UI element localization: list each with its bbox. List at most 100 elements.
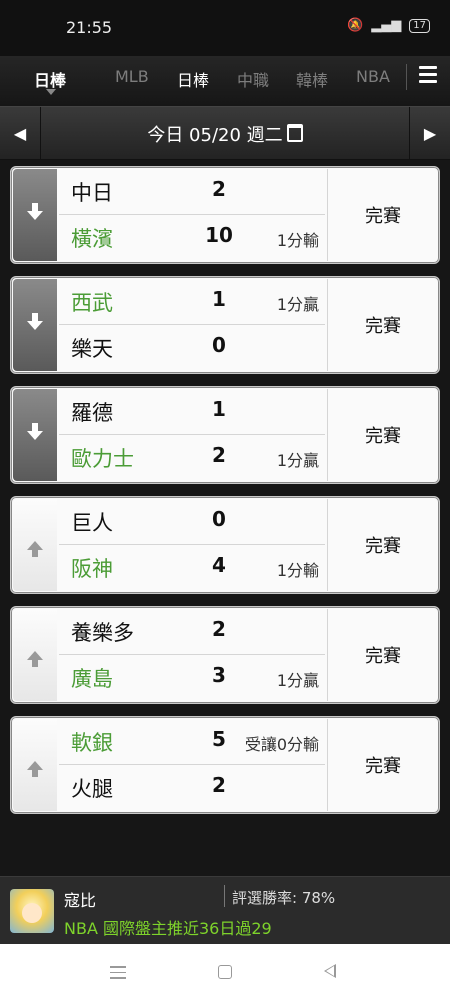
game-teams: 羅德 1 歐力士 2 1分贏 [59, 389, 325, 481]
promo-bar[interactable]: 寇比 評選勝率: 78% NBA 國際盤主推近36日過29 [0, 876, 450, 945]
expand-handle[interactable] [13, 499, 57, 591]
team-name: 中日 [71, 181, 113, 205]
date-bar: ◀ 今日 05/20 週二 ▶ [0, 106, 450, 160]
team-score: 1 [212, 287, 226, 311]
team-score: 10 [205, 223, 233, 247]
arrow-up-icon [27, 760, 43, 777]
bet-result: 1分贏 [276, 451, 319, 470]
game-teams: 軟銀 5 受讓0分輸 火腿 2 [59, 719, 325, 811]
status-time: 21:55 [66, 18, 113, 37]
team-score: 2 [212, 773, 226, 797]
game-card[interactable]: 軟銀 5 受讓0分輸 火腿 2 完賽 [10, 716, 440, 814]
team-row-away: 廣島 3 1分贏 [59, 655, 325, 700]
tab-npb[interactable]: 日棒 [177, 67, 209, 91]
expand-handle[interactable] [13, 719, 57, 811]
team-name: 橫濱 [71, 227, 113, 251]
game-status: 完賽 [327, 609, 438, 701]
game-card[interactable]: 羅德 1 歐力士 2 1分贏 完賽 [10, 386, 440, 484]
game-status: 完賽 [327, 169, 438, 261]
team-name: 火腿 [71, 777, 113, 801]
bet-result: 1分贏 [276, 671, 319, 690]
arrow-up-icon [27, 540, 43, 557]
recent-apps-icon[interactable] [110, 966, 126, 983]
next-day-button[interactable]: ▶ [409, 107, 450, 159]
team-score: 4 [212, 553, 226, 577]
game-card[interactable]: 巨人 0 阪神 4 1分輸 完賽 [10, 496, 440, 594]
game-teams: 西武 1 1分贏 樂天 0 [59, 279, 325, 371]
team-score: 3 [212, 663, 226, 687]
game-status: 完賽 [327, 389, 438, 481]
system-nav-bar [0, 944, 450, 1000]
team-row-home: 巨人 0 [59, 499, 325, 545]
team-name: 歐力士 [71, 447, 134, 471]
team-row-away: 歐力士 2 1分贏 [59, 435, 325, 480]
caret-down-icon [46, 89, 56, 95]
promo-win-rate: 評選勝率: 78% [232, 889, 336, 907]
home-icon[interactable] [218, 965, 232, 979]
team-row-away: 樂天 0 [59, 325, 325, 370]
team-row-away: 橫濱 10 1分輸 [59, 215, 325, 260]
arrow-down-icon [27, 422, 43, 440]
team-row-home: 中日 2 [59, 169, 325, 215]
team-score: 0 [212, 333, 226, 357]
game-card[interactable]: 中日 2 橫濱 10 1分輸 完賽 [10, 166, 440, 264]
team-name: 羅德 [71, 401, 113, 425]
date-label: 今日 05/20 週二 [147, 125, 283, 146]
tab-nba[interactable]: NBA [356, 67, 390, 86]
expand-handle[interactable] [13, 279, 57, 371]
battery-icon: 17 [409, 18, 430, 33]
game-list: 中日 2 橫濱 10 1分輸 完賽 西武 1 1分贏 樂天 0 完賽 羅德 1 … [10, 166, 440, 826]
divider [406, 64, 407, 90]
team-name: 阪神 [71, 557, 113, 581]
bet-result: 1分輸 [276, 231, 319, 250]
team-score: 0 [212, 507, 226, 531]
arrow-down-icon [27, 312, 43, 330]
arrow-down-icon [27, 202, 43, 220]
team-row-away: 阪神 4 1分輸 [59, 545, 325, 590]
tab-current-league[interactable]: 日棒 [34, 67, 66, 91]
promo-name: 寇比 [64, 891, 97, 910]
team-score: 2 [212, 617, 226, 641]
team-name: 西武 [71, 291, 113, 315]
divider [224, 885, 225, 907]
tab-mlb[interactable]: MLB [115, 67, 149, 86]
expand-handle[interactable] [13, 169, 57, 261]
mute-icon: 🔕 [347, 18, 364, 33]
team-name: 養樂多 [71, 621, 134, 645]
avatar [10, 889, 54, 933]
game-teams: 中日 2 橫濱 10 1分輸 [59, 169, 325, 261]
team-score: 2 [212, 177, 226, 201]
date-selector[interactable]: 今日 05/20 週二 [0, 121, 450, 147]
tab-kbo[interactable]: 韓棒 [296, 67, 328, 91]
arrow-up-icon [27, 650, 43, 667]
bet-result: 1分輸 [276, 561, 319, 580]
game-card[interactable]: 西武 1 1分贏 樂天 0 完賽 [10, 276, 440, 374]
promo-headline: NBA 國際盤主推近36日過29 [64, 919, 272, 938]
bet-result: 受讓0分輸 [244, 735, 319, 754]
team-row-home: 養樂多 2 [59, 609, 325, 655]
calendar-icon [286, 124, 303, 142]
team-name: 軟銀 [71, 731, 113, 755]
game-teams: 養樂多 2 廣島 3 1分贏 [59, 609, 325, 701]
team-name: 廣島 [71, 667, 113, 691]
signal-icon: ▂▄▆ [371, 18, 402, 33]
menu-icon[interactable] [419, 66, 437, 87]
game-status: 完賽 [327, 719, 438, 811]
team-name: 樂天 [71, 337, 113, 361]
team-row-home: 西武 1 1分贏 [59, 279, 325, 325]
game-teams: 巨人 0 阪神 4 1分輸 [59, 499, 325, 591]
team-name: 巨人 [71, 511, 113, 535]
bet-result: 1分贏 [276, 295, 319, 314]
tab-cpbl[interactable]: 中職 [237, 67, 269, 91]
team-row-home: 羅德 1 [59, 389, 325, 435]
back-icon[interactable] [324, 964, 336, 978]
game-card[interactable]: 養樂多 2 廣島 3 1分贏 完賽 [10, 606, 440, 704]
expand-handle[interactable] [13, 609, 57, 701]
status-bar: 21:55 🔕 ▂▄▆ 17 [0, 0, 450, 56]
expand-handle[interactable] [13, 389, 57, 481]
team-row-home: 軟銀 5 受讓0分輸 [59, 719, 325, 765]
game-status: 完賽 [327, 279, 438, 371]
league-tab-bar: 日棒 MLB 日棒 中職 韓棒 NBA [0, 56, 450, 106]
status-icons: 🔕 ▂▄▆ 17 [347, 18, 430, 33]
team-score: 5 [212, 727, 226, 751]
